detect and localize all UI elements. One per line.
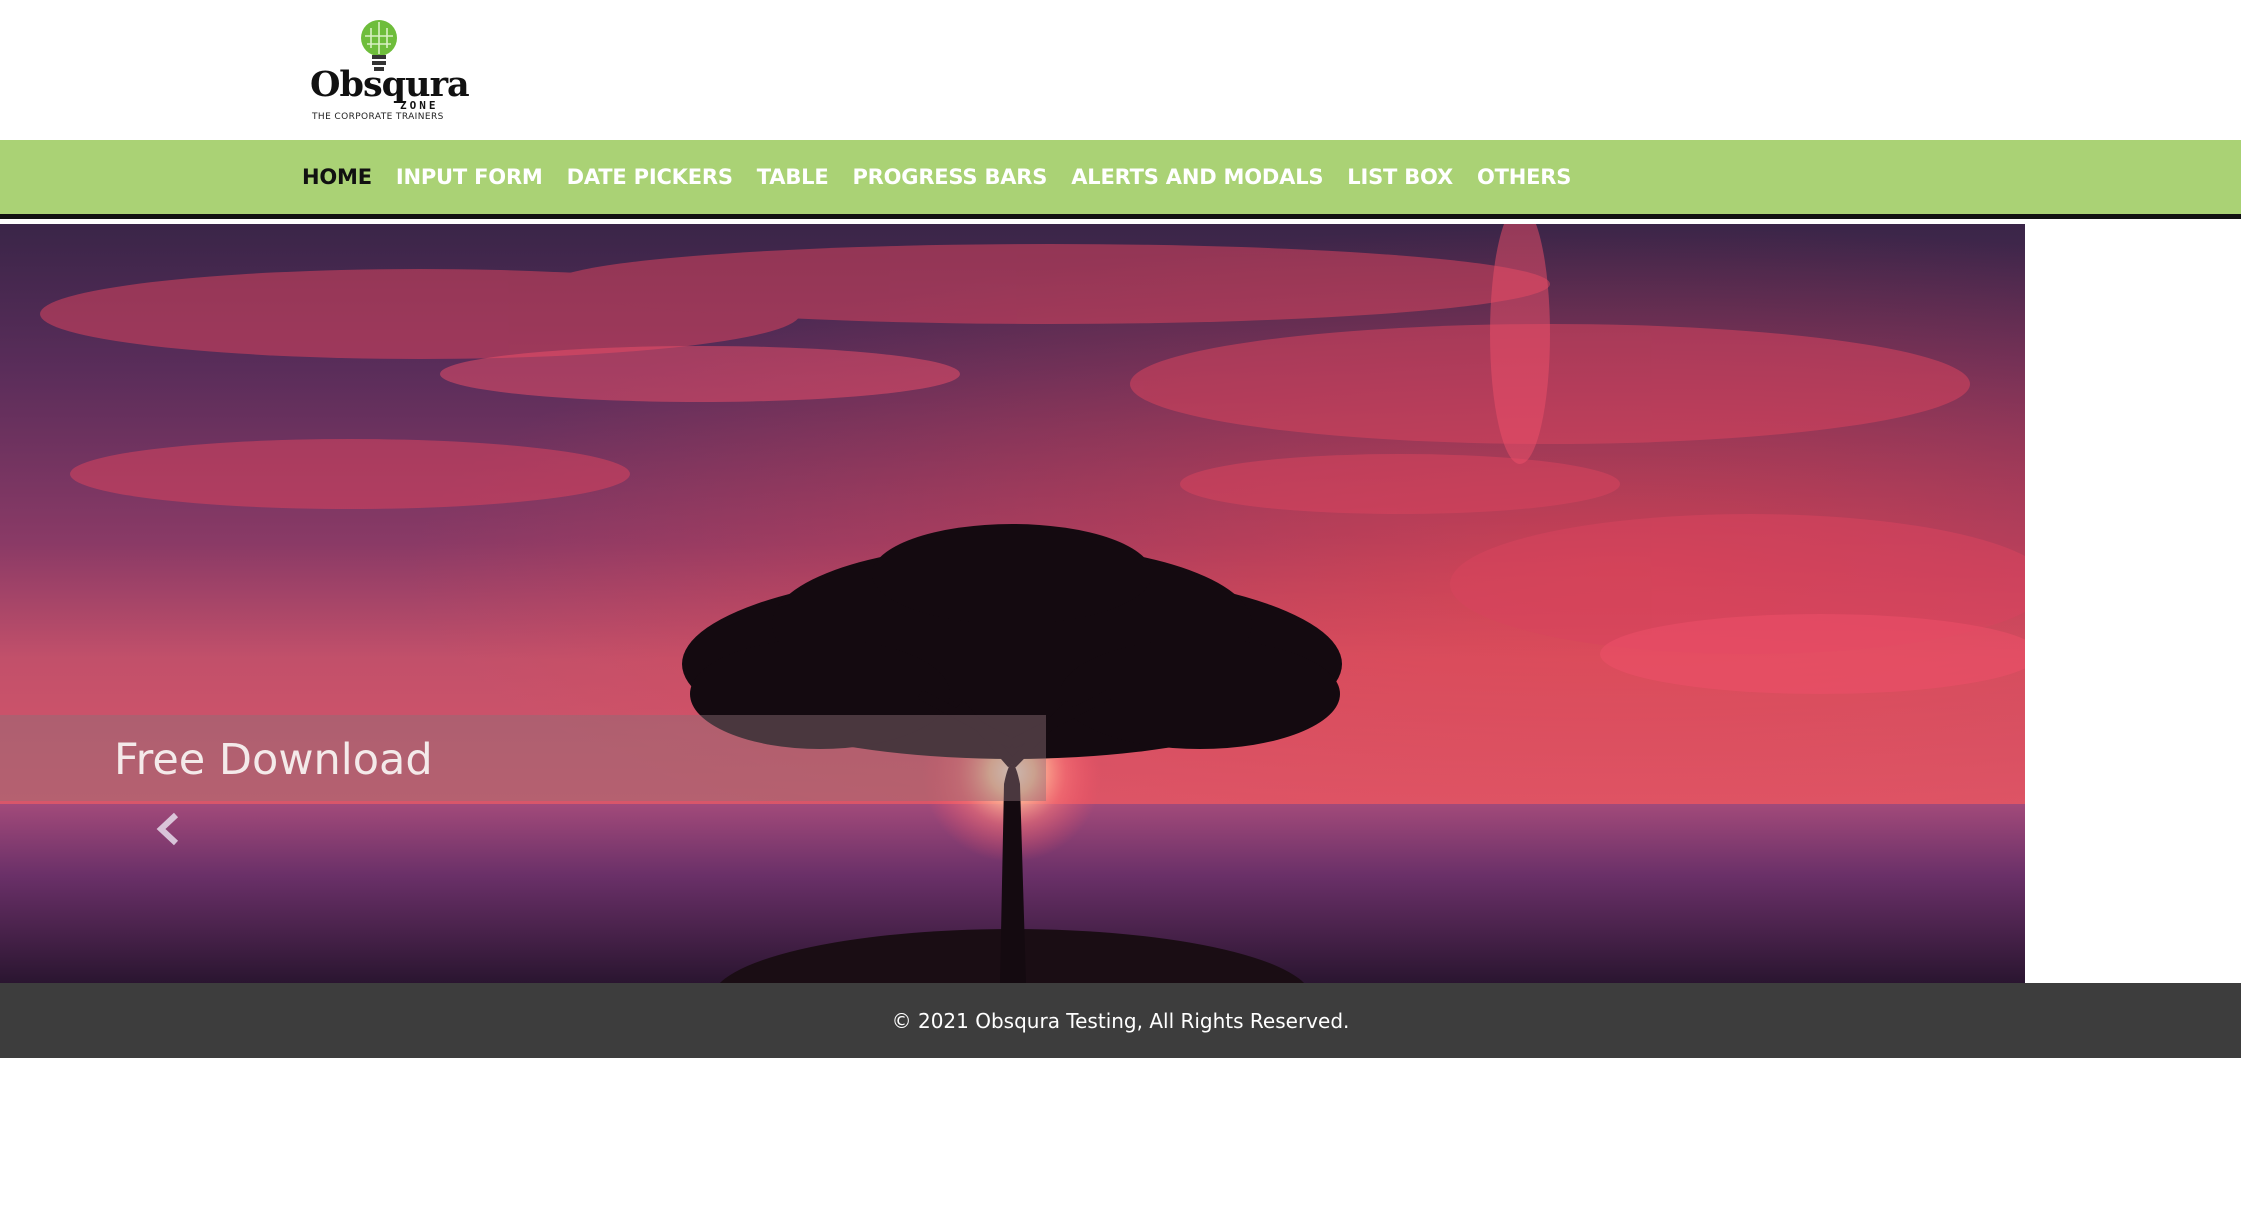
image-carousel: Free Download [0, 224, 2025, 983]
logo-sub-text: ZONE [400, 99, 439, 112]
nav-item-progress-bars[interactable]: PROGRESS BARS [852, 165, 1047, 189]
site-footer: © 2021 Obsqura Testing, All Rights Reser… [0, 983, 2241, 1058]
nav-item-others[interactable]: OTHERS [1477, 165, 1571, 189]
slide-image-sunset-tree [0, 224, 2025, 983]
nav-menu: HOME INPUT FORM DATE PICKERS TABLE PROGR… [302, 140, 1595, 214]
nav-item-alerts-and-modals[interactable]: ALERTS AND MODALS [1071, 165, 1323, 189]
main-navbar: HOME INPUT FORM DATE PICKERS TABLE PROGR… [0, 140, 2241, 219]
site-header: Obsqura ZONE THE CORPORATE TRAINERS [0, 0, 2241, 140]
nav-item-home[interactable]: HOME [302, 165, 372, 189]
slide-caption: Free Download [114, 735, 433, 785]
copyright-text: © 2021 Obsqura Testing, All Rights Reser… [891, 1008, 1350, 1033]
logo-brand-text: Obsqura [310, 64, 470, 105]
nav-item-input-form[interactable]: INPUT FORM [396, 165, 543, 189]
carousel-prev-button[interactable] [148, 802, 188, 856]
nav-item-table[interactable]: TABLE [757, 165, 829, 189]
site-logo[interactable]: Obsqura ZONE THE CORPORATE TRAINERS [302, 14, 470, 126]
nav-item-list-box[interactable]: LIST BOX [1347, 165, 1453, 189]
logo-tagline: THE CORPORATE TRAINERS [312, 112, 444, 122]
chevron-left-icon [156, 812, 179, 846]
nav-item-date-pickers[interactable]: DATE PICKERS [567, 165, 733, 189]
